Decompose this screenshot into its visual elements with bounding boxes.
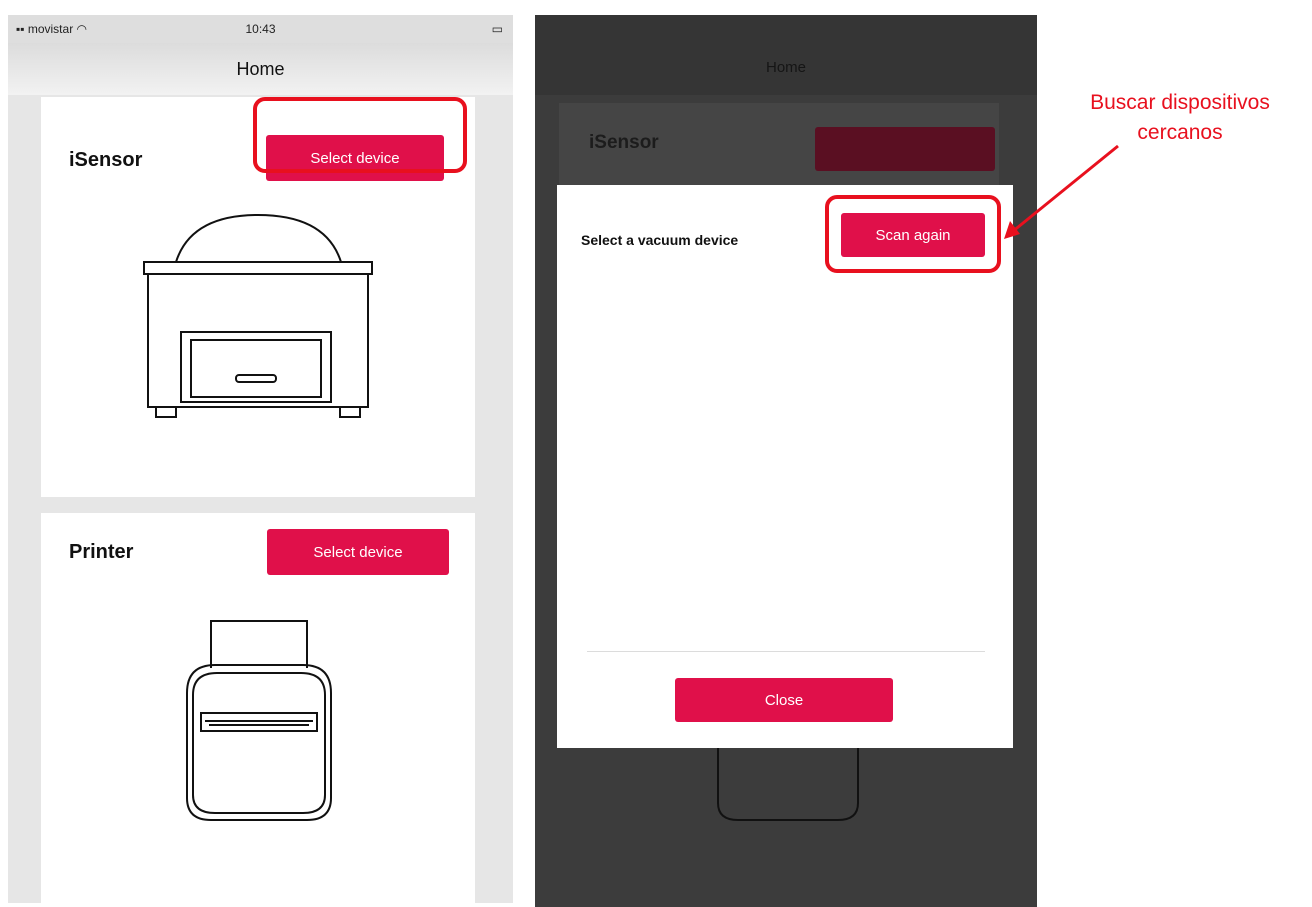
annotation-arrow-icon [1004, 144, 1119, 239]
